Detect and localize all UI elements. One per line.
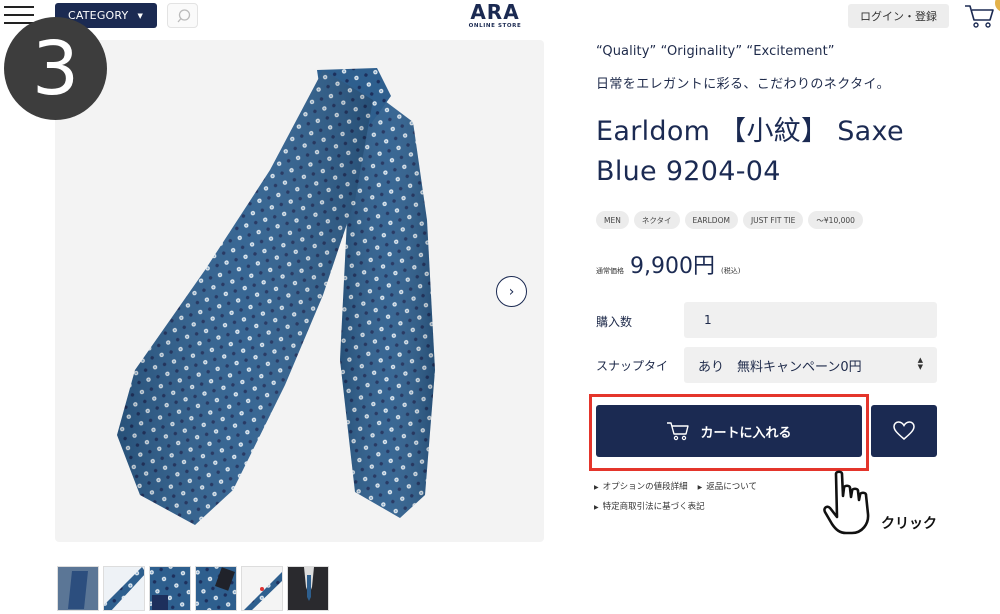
menu-icon[interactable]	[4, 6, 34, 24]
triangle-right-icon: ▶	[594, 484, 599, 491]
price-label: 通常価格	[596, 267, 624, 275]
next-image-button[interactable]: ›	[496, 276, 527, 307]
store-logo[interactable]: ARA ONLINE STORE	[462, 2, 528, 29]
link-commercial-law[interactable]: ▶ 特定商取引法に基づく表記	[594, 500, 705, 512]
search-icon	[177, 9, 191, 23]
snap-tie-label: スナップタイ	[596, 359, 669, 373]
thumbnail-strip	[57, 566, 329, 611]
quantity-label: 購入数	[596, 315, 633, 329]
pointing-hand-icon	[823, 470, 870, 535]
product-main-image	[55, 40, 544, 542]
thumbnail-6[interactable]	[287, 566, 329, 611]
price-row: 通常価格 9,900円 (税込)	[596, 248, 740, 280]
triangle-right-icon: ▶	[594, 504, 599, 511]
favorite-button[interactable]	[871, 405, 937, 457]
info-links: ▶ オプションの値段詳細 ▶ 返品について ▶ 特定商取引法に基づく表記	[594, 480, 757, 520]
tax-label: (税込)	[720, 267, 741, 275]
snap-tie-value: あり 無料キャンペーン0円	[698, 359, 862, 375]
tag-earldom[interactable]: EARLDOM	[684, 211, 738, 229]
link-option-price[interactable]: ▶ オプションの値段詳細	[594, 480, 688, 492]
logo-sub: ONLINE STORE	[468, 23, 522, 29]
select-arrows-icon: ▲ ▼	[917, 356, 923, 371]
thumbnail-1[interactable]	[57, 566, 99, 611]
tag-price-range[interactable]: ～¥10,000	[808, 211, 863, 229]
click-annotation-label: クリック	[881, 516, 937, 532]
thumbnail-4[interactable]	[195, 566, 237, 611]
step-number-badge: 3	[4, 17, 107, 120]
product-subtitle: 日常をエレガントに彩る、こだわりのネクタイ。	[596, 77, 891, 92]
thumbnail-3[interactable]	[149, 566, 191, 611]
product-tags: MEN ネクタイ EARLDOM JUST FIT TIE ～¥10,000	[596, 211, 863, 229]
thumbnail-5[interactable]	[241, 566, 283, 611]
login-button[interactable]: ログイン・登録	[848, 4, 949, 28]
logo-main: ARA	[470, 0, 520, 24]
product-page: CATEGORY ▼ ARA ONLINE STORE ログイン・登録 0	[0, 0, 1000, 614]
product-tagline: “Quality” “Originality” “Excitement”	[596, 44, 835, 59]
triangle-right-icon: ▶	[697, 484, 703, 491]
search-button[interactable]	[167, 3, 198, 28]
thumbnail-2[interactable]	[103, 566, 145, 611]
quantity-input[interactable]: 1	[684, 302, 937, 338]
cart-link[interactable]	[962, 0, 998, 30]
snap-tie-select[interactable]: あり 無料キャンペーン0円 ▲ ▼	[684, 347, 937, 383]
link-option-price-label: オプションの値段詳細	[602, 482, 688, 492]
price-value: 9,900円	[630, 254, 715, 279]
link-returns[interactable]: ▶ 返品について	[698, 480, 757, 492]
product-title: Earldom 【小紋】 Saxe Blue 9204-04	[596, 116, 904, 187]
heart-icon	[893, 421, 915, 440]
tag-just-fit-tie[interactable]: JUST FIT TIE	[742, 211, 804, 229]
necktie-image	[117, 68, 435, 525]
link-returns-label: 返品について	[706, 482, 758, 492]
click-highlight-frame	[589, 394, 869, 471]
tag-men[interactable]: MEN	[596, 211, 629, 229]
tag-necktie[interactable]: ネクタイ	[633, 211, 680, 229]
caret-down-icon: ▼	[137, 11, 144, 20]
cart-icon	[965, 5, 994, 28]
link-commercial-law-label: 特定商取引法に基づく表記	[602, 502, 705, 512]
category-label: CATEGORY	[68, 9, 129, 22]
chevron-right-icon: ›	[508, 283, 515, 300]
